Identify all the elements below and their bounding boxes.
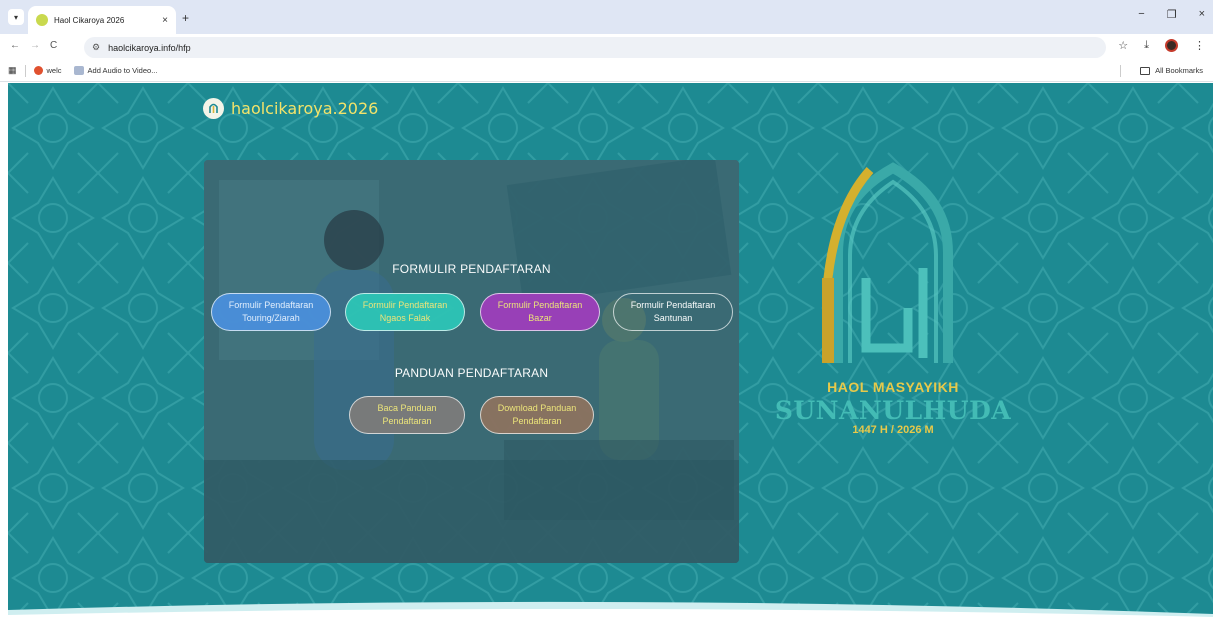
page-viewport: haolcikaroya.2026 FORMULIR PENDAFTARAN F… xyxy=(8,83,1213,618)
download-guide-button[interactable]: Download Panduan Pendaftaran xyxy=(480,396,594,434)
welc-icon xyxy=(33,66,43,75)
brand-name: haolcikaroya.2026 xyxy=(231,99,379,118)
browser-toolbar: ← → C ⚙ haolcikaroya.info/hfp ☆ ⤓ ⋮ xyxy=(0,34,1213,60)
form-touring-ziarah-button[interactable]: Formulir Pendaftaran Touring/Ziarah xyxy=(211,293,331,331)
bookmark-label: Add Audio to Video... xyxy=(87,66,158,75)
button-label-line1: Formulir Pendaftaran xyxy=(362,300,448,310)
button-label-line2: Pendaftaran xyxy=(512,416,562,426)
address-bar[interactable]: ⚙ haolcikaroya.info/hfp xyxy=(84,37,1106,58)
button-label-line1: Download Panduan xyxy=(497,403,577,413)
site-brand[interactable]: haolcikaroya.2026 xyxy=(203,98,378,119)
button-label-line1: Baca Panduan xyxy=(377,403,437,413)
bookmark-label: welc xyxy=(46,66,62,75)
emblem-title: HAOL MASYAYIKH xyxy=(827,379,959,395)
card-illustration xyxy=(204,160,739,563)
more-menu-icon[interactable]: ⋮ xyxy=(1194,39,1205,52)
brand-logo-icon xyxy=(203,98,224,119)
forward-icon[interactable]: → xyxy=(30,40,40,51)
tab-haol-cikaroya[interactable]: Haol Cikaroya 2026 × xyxy=(28,6,176,34)
site-info-icon[interactable]: ⚙ xyxy=(92,42,100,53)
bookmarks-bar: ▦ welc Add Audio to Video... All Bookmar… xyxy=(0,60,1213,82)
bookmark-add-audio[interactable]: Add Audio to Video... xyxy=(73,66,158,75)
tab-search-chevron-icon[interactable]: ▾ xyxy=(8,9,24,25)
guide-section-title: PANDUAN PENDAFTARAN xyxy=(394,366,549,380)
minimize-icon[interactable]: − xyxy=(1138,8,1144,21)
form-ngaos-falak-button[interactable]: Formulir Pendaftaran Ngaos Falak xyxy=(345,293,465,331)
button-label-line1: Formulir Pendaftaran xyxy=(497,300,583,310)
bookmarks-divider xyxy=(1120,65,1121,77)
button-label-line2: Ngaos Falak xyxy=(379,313,431,323)
all-bookmarks-label: All Bookmarks xyxy=(1155,66,1203,75)
button-label-line2: Pendaftaran xyxy=(382,416,432,426)
audio-video-icon xyxy=(73,66,84,75)
button-label-line2: Bazar xyxy=(528,313,552,323)
tab-title: Haol Cikaroya 2026 xyxy=(54,15,125,25)
button-label-line1: Formulir Pendaftaran xyxy=(630,300,716,310)
window-close-icon[interactable]: × xyxy=(1199,8,1205,21)
button-label-line2: Touring/Ziarah xyxy=(242,313,300,323)
profile-avatar[interactable] xyxy=(1165,39,1178,52)
form-bazar-button[interactable]: Formulir Pendaftaran Bazar xyxy=(480,293,600,331)
all-bookmarks-button[interactable]: All Bookmarks xyxy=(1140,66,1203,75)
tab-strip: ▾ Haol Cikaroya 2026 × + − ❐ × xyxy=(0,0,1213,34)
folder-icon xyxy=(1140,66,1151,75)
emblem-name: SUNANULHUDA xyxy=(774,396,1012,425)
bookmark-welc[interactable]: welc xyxy=(33,66,62,75)
form-section-title: FORMULIR PENDAFTARAN xyxy=(392,262,551,276)
bookmarks-divider xyxy=(24,64,26,77)
emblem-year: 1447 H / 2026 M xyxy=(852,424,934,436)
apps-grid-icon[interactable]: ▦ xyxy=(8,65,17,76)
url-text[interactable]: haolcikaroya.info/hfp xyxy=(108,43,191,53)
reload-icon[interactable]: C xyxy=(50,40,57,51)
new-tab-button[interactable]: + xyxy=(182,11,189,25)
form-santunan-button[interactable]: Formulir Pendaftaran Santunan xyxy=(613,293,733,331)
read-guide-button[interactable]: Baca Panduan Pendaftaran xyxy=(349,396,465,434)
bookmark-star-icon[interactable]: ☆ xyxy=(1118,39,1128,52)
favicon-icon xyxy=(36,14,48,26)
registration-card: FORMULIR PENDAFTARAN Formulir Pendaftara… xyxy=(204,160,739,563)
bottom-wave xyxy=(8,601,1213,618)
button-label-line1: Formulir Pendaftaran xyxy=(228,300,314,310)
tab-close-icon[interactable]: × xyxy=(162,15,168,26)
back-icon[interactable]: ← xyxy=(10,40,20,51)
restore-icon[interactable]: ❐ xyxy=(1167,8,1177,21)
download-icon[interactable]: ⤓ xyxy=(1144,39,1149,52)
haol-emblem-logo xyxy=(822,162,953,363)
button-label-line2: Santunan xyxy=(653,313,693,323)
